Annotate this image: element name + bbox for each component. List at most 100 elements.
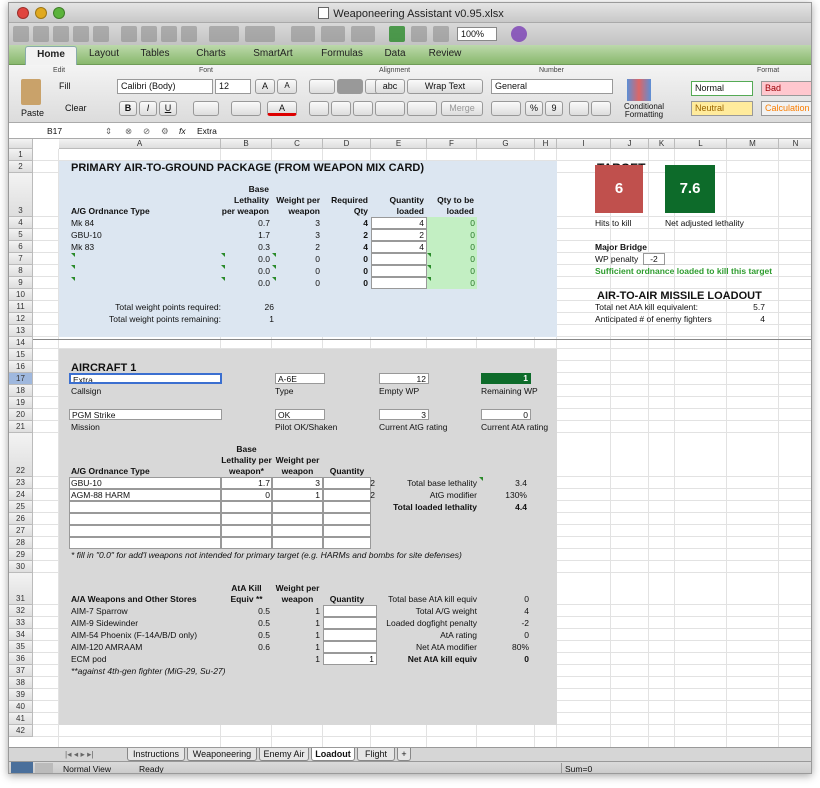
- aircraft-ordnance-cell[interactable]: [323, 525, 371, 537]
- sheet-tab-instructions[interactable]: Instructions: [127, 748, 185, 761]
- empty-wp-input[interactable]: 12: [379, 373, 429, 384]
- column-header[interactable]: D: [323, 139, 371, 149]
- sheet-tab-enemy-air[interactable]: Enemy Air: [259, 748, 309, 761]
- wrap-text-button[interactable]: Wrap Text: [407, 79, 483, 94]
- new-icon[interactable]: [13, 26, 29, 42]
- aircraft-ordnance-cell[interactable]: [69, 501, 221, 513]
- row-header[interactable]: 14: [9, 337, 33, 349]
- paste-icon[interactable]: [161, 26, 177, 42]
- column-header[interactable]: C: [272, 139, 323, 149]
- row-header[interactable]: 8: [9, 265, 33, 277]
- aircraft-ordnance-cell[interactable]: [221, 501, 272, 513]
- base-lethality[interactable]: 0.3: [221, 241, 270, 253]
- spreadsheet-grid[interactable]: ABCDEFGHIJKLMNO1234567891011121314151617…: [9, 139, 811, 747]
- zoom-field[interactable]: 100%: [457, 27, 497, 41]
- ordnance-name[interactable]: Mk 84: [71, 217, 94, 229]
- column-header[interactable]: M: [727, 139, 779, 149]
- cut-icon[interactable]: [121, 26, 137, 42]
- quantity-loaded-input[interactable]: [371, 253, 427, 265]
- shrink-font-button[interactable]: A: [277, 79, 297, 94]
- sort-icon[interactable]: [321, 26, 345, 42]
- row-header[interactable]: 18: [9, 385, 33, 397]
- tab-data[interactable]: Data: [379, 48, 411, 59]
- undo-icon[interactable]: [209, 26, 239, 42]
- column-header[interactable]: B: [221, 139, 272, 149]
- quantity-loaded-input[interactable]: 4: [371, 241, 427, 253]
- column-header[interactable]: H: [535, 139, 557, 149]
- text-orientation-button[interactable]: abc: [375, 79, 405, 94]
- add-sheet-button[interactable]: +: [397, 748, 411, 761]
- row-header[interactable]: 29: [9, 549, 33, 561]
- align-center-button[interactable]: [331, 101, 351, 116]
- base-lethality[interactable]: 0.7: [221, 217, 270, 229]
- quantity-loaded-input[interactable]: [371, 277, 427, 289]
- align-right-button[interactable]: [353, 101, 373, 116]
- weight-per-weapon[interactable]: 0: [272, 277, 320, 289]
- normal-view-icon[interactable]: [11, 762, 33, 773]
- font-size-select[interactable]: 12: [215, 79, 251, 94]
- fill-color-button[interactable]: [231, 101, 261, 116]
- row-header[interactable]: 2: [9, 161, 33, 173]
- row-header[interactable]: 3: [9, 173, 33, 217]
- row-header[interactable]: 39: [9, 689, 33, 701]
- sheet-tab-flight[interactable]: Flight: [357, 748, 395, 761]
- row-header[interactable]: 24: [9, 489, 33, 501]
- row-header[interactable]: 28: [9, 537, 33, 549]
- style-calculation[interactable]: Calculation: [761, 101, 811, 116]
- type-input[interactable]: A-6E: [275, 373, 325, 384]
- aircraft-ordnance-cell[interactable]: [221, 537, 272, 549]
- row-header[interactable]: 31: [9, 573, 33, 605]
- align-middle-button[interactable]: [337, 79, 363, 94]
- row-header[interactable]: 4: [9, 217, 33, 229]
- aircraft-ordnance-qty[interactable]: 2: [323, 489, 375, 501]
- align-left-button[interactable]: [309, 101, 329, 116]
- redo-icon[interactable]: [245, 26, 275, 42]
- base-lethality[interactable]: 0.0: [221, 265, 270, 277]
- row-header[interactable]: 6: [9, 241, 33, 253]
- row-header[interactable]: 13: [9, 325, 33, 337]
- sum-display[interactable]: Sum=0: [561, 763, 667, 773]
- conditional-formatting-icon[interactable]: [627, 79, 651, 101]
- decrease-decimal-button[interactable]: [591, 101, 611, 116]
- row-header[interactable]: 7: [9, 253, 33, 265]
- tab-smartart[interactable]: SmartArt: [245, 48, 301, 59]
- copy-icon[interactable]: [141, 26, 157, 42]
- aircraft-ordnance-cell[interactable]: [323, 501, 371, 513]
- row-header[interactable]: 42: [9, 725, 33, 737]
- base-lethality[interactable]: 0.0: [221, 253, 270, 265]
- base-lethality[interactable]: 1.7: [221, 229, 270, 241]
- aircraft-ordnance-lethality[interactable]: 0: [221, 489, 270, 501]
- aircraft-ordnance-weight[interactable]: 1: [272, 489, 320, 501]
- aircraft-ordnance-cell[interactable]: [69, 513, 221, 525]
- fill-button[interactable]: Fill: [59, 81, 71, 91]
- grow-font-button[interactable]: A: [255, 79, 275, 94]
- row-header[interactable]: 21: [9, 421, 33, 433]
- row-header[interactable]: 5: [9, 229, 33, 241]
- atg-rating-input[interactable]: 3: [379, 409, 429, 420]
- aircraft-ordnance-name[interactable]: GBU-10: [71, 477, 102, 489]
- italic-button[interactable]: I: [139, 101, 157, 116]
- row-header[interactable]: 36: [9, 653, 33, 665]
- row-header[interactable]: 38: [9, 677, 33, 689]
- format-painter-icon[interactable]: [181, 26, 197, 42]
- row-header[interactable]: 32: [9, 605, 33, 617]
- aa-quantity-input[interactable]: [323, 605, 377, 617]
- aircraft-ordnance-cell[interactable]: [69, 525, 221, 537]
- quantity-loaded-input[interactable]: 4: [371, 217, 427, 229]
- row-header[interactable]: 22: [9, 433, 33, 477]
- tab-layout[interactable]: Layout: [83, 48, 125, 59]
- aircraft-ordnance-lethality[interactable]: 1.7: [221, 477, 270, 489]
- aircraft-ordnance-cell[interactable]: [272, 525, 323, 537]
- row-header[interactable]: 33: [9, 617, 33, 629]
- aircraft-ordnance-cell[interactable]: [323, 513, 371, 525]
- ordnance-name[interactable]: Mk 83: [71, 241, 94, 253]
- autosum-icon[interactable]: [291, 26, 315, 42]
- aa-quantity-input[interactable]: [323, 617, 377, 629]
- function-icon[interactable]: fx: [179, 125, 186, 137]
- percent-button[interactable]: %: [525, 101, 543, 116]
- save-icon[interactable]: [73, 26, 89, 42]
- template-icon[interactable]: [33, 26, 49, 42]
- weight-per-weapon[interactable]: 3: [272, 229, 320, 241]
- row-header[interactable]: 41: [9, 713, 33, 725]
- confirm-icon[interactable]: ⊘: [143, 125, 150, 137]
